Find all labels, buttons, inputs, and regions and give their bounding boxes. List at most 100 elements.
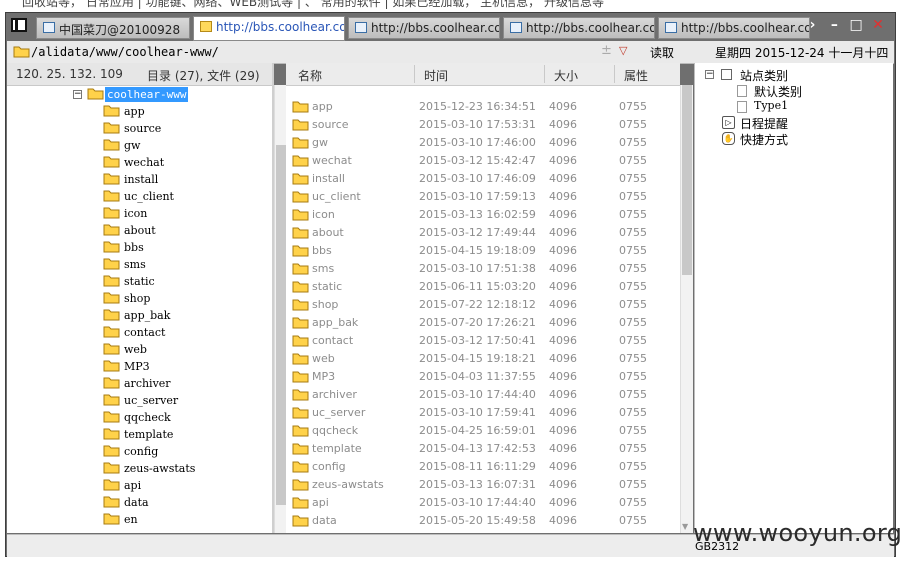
file-row[interactable]: config 2015-08-11 16:11:29 4096 0755 <box>286 458 680 476</box>
file-name: config <box>312 460 346 473</box>
checkbox[interactable] <box>721 69 732 80</box>
file-row[interactable]: install 2015-03-10 17:46:09 4096 0755 <box>286 170 680 188</box>
file-row[interactable]: qqcheck 2015-04-25 16:59:01 4096 0755 <box>286 422 680 440</box>
tree-folder-label: icon <box>124 207 148 220</box>
file-size: 4096 <box>549 172 577 185</box>
column-name[interactable]: 名称 <box>298 67 322 84</box>
file-attr: 0755 <box>619 226 647 239</box>
file-list-scrollbar[interactable]: ▼ <box>680 85 693 533</box>
tree-header: 120. 25. 132. 109 目录 (27), 文件 (29) <box>7 63 272 86</box>
folder-icon <box>292 443 309 455</box>
file-row[interactable]: uc_server 2015-03-10 17:59:41 4096 0755 <box>286 404 680 422</box>
bookmark-icon[interactable]: ± <box>601 43 612 58</box>
file-row[interactable]: en 2015-03-30 16:25:47 4096 0755 <box>286 530 680 533</box>
file-row[interactable]: zeus-awstats 2015-03-13 16:07:31 4096 0755 <box>286 476 680 494</box>
file-size: 4096 <box>549 424 577 437</box>
column-attr[interactable]: 属性 <box>624 67 648 84</box>
file-row[interactable]: sms 2015-03-10 17:51:38 4096 0755 <box>286 260 680 278</box>
document-icon <box>737 101 747 113</box>
folder-icon <box>103 258 120 270</box>
hand-icon: ✋ <box>722 132 735 145</box>
file-attr: 0755 <box>619 100 647 113</box>
file-row[interactable]: api 2015-03-10 17:44:40 4096 0755 <box>286 494 680 512</box>
folder-icon <box>292 497 309 509</box>
file-row[interactable]: bbs 2015-04-15 19:18:09 4096 0755 <box>286 242 680 260</box>
scroll-thumb[interactable] <box>682 85 692 275</box>
tab-site-2[interactable]: http://bbs.coolhear.com... <box>348 17 500 39</box>
tab-file-manager[interactable]: http://bbs.coolhear.com... <box>193 16 345 41</box>
file-row[interactable]: MP3 2015-04-03 11:37:55 4096 0755 <box>286 368 680 386</box>
file-row[interactable]: uc_client 2015-03-10 17:59:13 4096 0755 <box>286 188 680 206</box>
cutoff-text: 回收站等， 日常应用 | 功能键、网络、WEB测试等 | 、 常用的软件 | 如… <box>22 0 604 9</box>
file-time: 2015-04-15 19:18:09 <box>419 244 536 257</box>
folder-icon <box>103 139 120 151</box>
scroll-down-icon[interactable]: ▼ <box>682 522 688 531</box>
minimize-icon[interactable]: – <box>825 17 843 33</box>
file-attr: 0755 <box>619 478 647 491</box>
default-category-label: 默认类别 <box>754 85 803 99</box>
file-size: 4096 <box>549 388 577 401</box>
file-name: install <box>312 172 345 185</box>
column-size[interactable]: 大小 <box>554 67 578 84</box>
file-row[interactable]: app 2015-12-23 16:34:51 4096 0755 <box>286 98 680 116</box>
close-icon[interactable]: ✕ <box>869 17 887 33</box>
tree-folder-label: zeus-awstats <box>124 462 196 475</box>
folder-icon <box>103 275 120 287</box>
read-button[interactable]: 读取 <box>650 44 674 61</box>
file-row[interactable]: web 2015-04-15 19:18:21 4096 0755 <box>286 350 680 368</box>
file-row[interactable]: gw 2015-03-10 17:46:00 4096 0755 <box>286 134 680 152</box>
column-time[interactable]: 时间 <box>424 67 448 84</box>
file-row[interactable]: static 2015-06-11 15:03:20 4096 0755 <box>286 278 680 296</box>
folder-icon <box>103 122 120 134</box>
tab-site-4[interactable]: http://bbs.coolhear.com... <box>658 17 810 39</box>
file-row[interactable]: data 2015-05-20 15:49:58 4096 0755 <box>286 512 680 530</box>
tab-site-3[interactable]: http://bbs.coolhear.com... <box>503 17 655 39</box>
file-time: 2015-03-12 15:42:47 <box>419 154 536 167</box>
chevron-down-icon[interactable]: ▽ <box>619 44 627 57</box>
file-attr: 0755 <box>619 352 647 365</box>
file-size: 4096 <box>549 496 577 509</box>
file-row[interactable]: source 2015-03-10 17:53:31 4096 0755 <box>286 116 680 134</box>
scroll-thumb[interactable] <box>276 145 286 505</box>
folder-icon <box>103 224 120 236</box>
folder-open-icon <box>87 88 104 100</box>
file-attr: 0755 <box>619 460 647 473</box>
file-time: 2015-03-10 17:46:09 <box>419 172 536 185</box>
file-time: 2015-03-13 16:07:31 <box>419 478 536 491</box>
folder-icon <box>103 105 120 117</box>
file-name: zeus-awstats <box>312 478 384 491</box>
file-time: 2015-06-11 15:03:20 <box>419 280 536 293</box>
path-input[interactable]: /alidata/www/coolhear-www/ <box>31 45 219 59</box>
document-icon <box>737 85 747 97</box>
collapse-icon[interactable]: − <box>705 70 714 79</box>
collapse-icon[interactable]: − <box>73 90 82 99</box>
document-icon <box>355 22 367 33</box>
file-row[interactable]: template 2015-04-13 17:42:53 4096 0755 <box>286 440 680 458</box>
file-time: 2015-03-10 17:44:40 <box>419 496 536 509</box>
file-attr: 0755 <box>619 154 647 167</box>
app-menu-icon[interactable] <box>11 18 27 32</box>
tree-folder-label: web <box>124 343 147 356</box>
chevron-right-icon[interactable]: › <box>804 17 822 33</box>
folder-icon <box>292 173 309 185</box>
tab-home[interactable]: 中国菜刀@20100928 <box>36 17 190 39</box>
file-row[interactable]: contact 2015-03-12 17:50:41 4096 0755 <box>286 332 680 350</box>
folder-icon <box>292 479 309 491</box>
folder-icon <box>292 353 309 365</box>
file-row[interactable]: shop 2015-07-22 12:18:12 4096 0755 <box>286 296 680 314</box>
file-name: shop <box>312 298 339 311</box>
file-row[interactable]: icon 2015-03-13 16:02:59 4096 0755 <box>286 206 680 224</box>
file-row[interactable]: about 2015-03-12 17:49:44 4096 0755 <box>286 224 680 242</box>
folder-icon <box>292 263 309 275</box>
file-name: en <box>312 532 326 533</box>
folder-icon <box>292 299 309 311</box>
folder-icon <box>292 245 309 257</box>
maximize-icon[interactable]: □ <box>847 17 865 33</box>
file-time: 2015-03-10 17:44:40 <box>419 388 536 401</box>
file-row[interactable]: app_bak 2015-07-20 17:26:21 4096 0755 <box>286 314 680 332</box>
file-attr: 0755 <box>619 370 647 383</box>
file-row[interactable]: wechat 2015-03-12 15:42:47 4096 0755 <box>286 152 680 170</box>
file-row[interactable]: archiver 2015-03-10 17:44:40 4096 0755 <box>286 386 680 404</box>
file-size: 4096 <box>549 118 577 131</box>
file-time: 2015-05-20 15:49:58 <box>419 514 536 527</box>
